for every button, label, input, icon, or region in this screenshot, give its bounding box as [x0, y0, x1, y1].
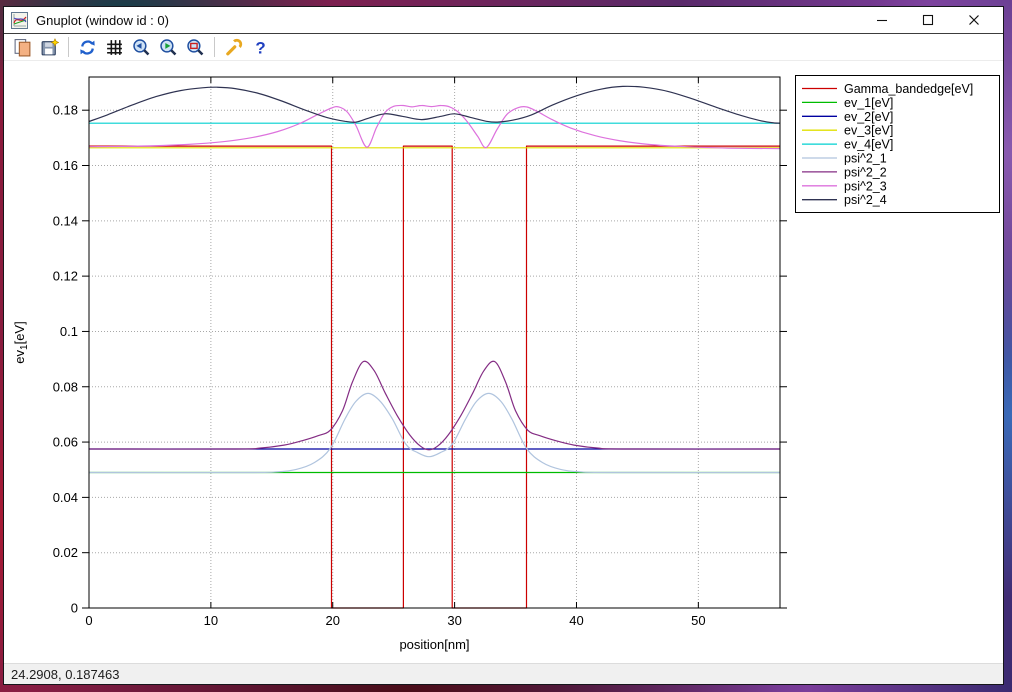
y-tick-label: 0.12: [53, 269, 78, 284]
series-psi^2_4: [89, 86, 780, 123]
copy-icon: [13, 38, 32, 57]
legend-label: ev_2[eV]: [844, 110, 893, 124]
y-tick-label: 0.16: [53, 158, 78, 173]
legend-label: ev_3[eV]: [844, 124, 893, 138]
window-controls: [859, 8, 997, 33]
y-tick-label: 0.14: [53, 213, 78, 228]
title-bar[interactable]: Gnuplot (window id : 0): [4, 7, 1003, 34]
legend-label: Gamma_bandedge[eV]: [844, 82, 973, 96]
close-icon: [968, 14, 980, 26]
maximize-button[interactable]: [905, 8, 951, 33]
legend-label: ev_4[eV]: [844, 138, 893, 152]
replot-button[interactable]: [75, 35, 100, 59]
toolbar-separator: [214, 37, 215, 57]
x-tick-label: 10: [204, 613, 218, 628]
grid-icon: [105, 38, 124, 57]
series-psi^2_1: [89, 393, 780, 472]
legend-label: psi^2_4: [844, 193, 887, 207]
y-tick-label: 0.1: [60, 324, 78, 339]
minimize-icon: [876, 14, 888, 26]
y-tick-label: 0.18: [53, 103, 78, 118]
y-axis-label: ev1[eV]: [12, 321, 30, 363]
status-bar: 24.2908, 0.187463: [4, 663, 1003, 684]
plot-border: [89, 77, 780, 608]
zoom-next-icon: [159, 38, 178, 57]
legend-label: ev_1[eV]: [844, 96, 893, 110]
grid-button[interactable]: [102, 35, 127, 59]
chart: 0 10 20 30 40 50 0 0.02 0.04 0.06 0.08 0.1 0.12 0.14 0…: [4, 61, 1003, 663]
legend-label: psi^2_1: [844, 152, 887, 166]
window-title: Gnuplot (window id : 0): [36, 13, 859, 28]
y-tick-label: 0.08: [53, 379, 78, 394]
save-button[interactable]: [37, 35, 62, 59]
legend-label: psi^2_2: [844, 165, 887, 179]
zoom-previous-icon: [132, 38, 151, 57]
series-Gamma_bandedge[eV]: [89, 146, 780, 608]
zoom-previous-button[interactable]: [129, 35, 154, 59]
help-button[interactable]: ?: [248, 35, 273, 59]
legend: Gamma_bandedge[eV]ev_1[eV]ev_2[eV]ev_3[e…: [796, 76, 1000, 213]
gnuplot-app-icon: [11, 12, 28, 29]
maximize-icon: [922, 14, 934, 26]
x-axis-label: position[nm]: [399, 637, 469, 652]
y-tick-label: 0: [71, 601, 78, 616]
legend-label: psi^2_3: [844, 179, 887, 193]
zoom-next-button[interactable]: [156, 35, 181, 59]
x-tick-label: 30: [447, 613, 461, 628]
y-tick-label: 0.02: [53, 545, 78, 560]
zoom-region-button[interactable]: [183, 35, 208, 59]
x-tick-label: 50: [691, 613, 705, 628]
series-psi^2_2: [89, 361, 780, 450]
cursor-position-readout: 24.2908, 0.187463: [11, 667, 119, 682]
toolbar: ?: [4, 34, 1003, 61]
options-icon: [224, 38, 243, 57]
plot-canvas[interactable]: 0 10 20 30 40 50 0 0.02 0.04 0.06 0.08 0.1 0.12 0.14 0…: [4, 61, 1003, 663]
x-tick-label: 40: [569, 613, 583, 628]
save-icon: [40, 38, 59, 57]
x-tick-label: 20: [326, 613, 340, 628]
options-button[interactable]: [221, 35, 246, 59]
minimize-button[interactable]: [859, 8, 905, 33]
y-tick-label: 0.06: [53, 435, 78, 450]
svg-text:?: ?: [255, 38, 265, 57]
replot-icon: [78, 38, 97, 57]
series-psi^2_3: [89, 105, 780, 148]
copy-button[interactable]: [10, 35, 35, 59]
help-icon: ?: [251, 38, 270, 57]
x-tick-label: 0: [85, 613, 92, 628]
zoom-region-icon: [186, 38, 205, 57]
y-tick-label: 0.04: [53, 490, 78, 505]
toolbar-separator: [68, 37, 69, 57]
close-button[interactable]: [951, 8, 997, 33]
gnuplot-window: Gnuplot (window id : 0): [3, 6, 1004, 685]
